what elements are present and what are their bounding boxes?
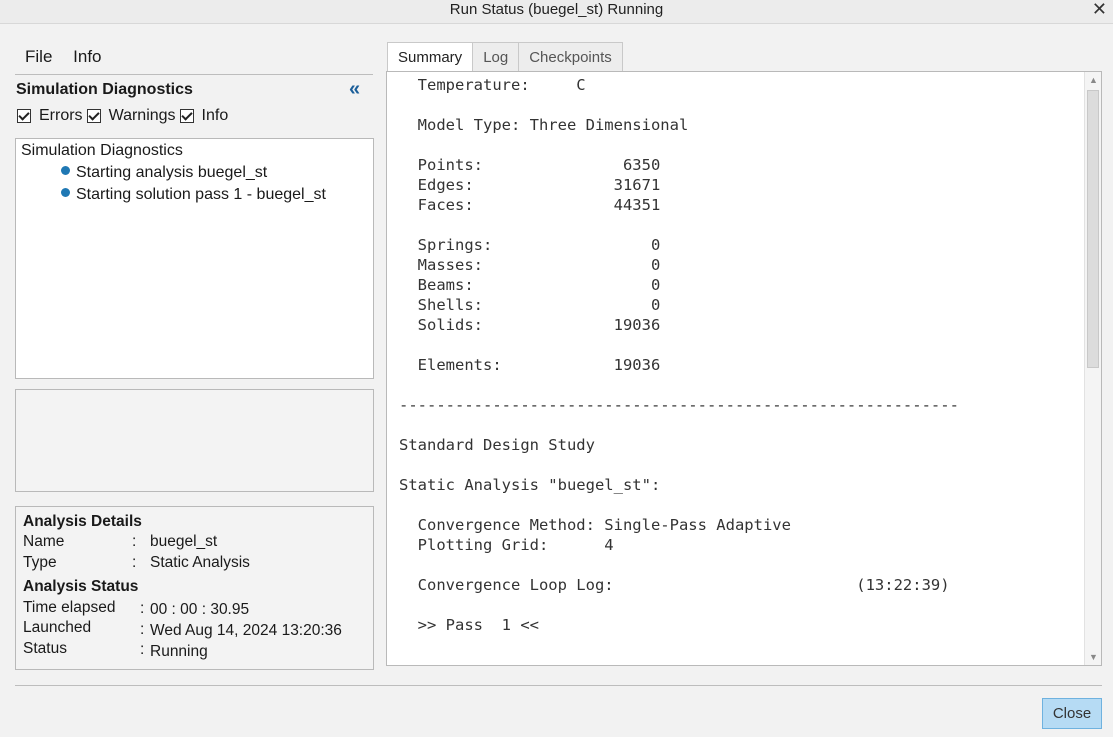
summary-line: Shells: 0 [399,296,661,314]
summary-line [399,95,959,115]
summary-line: ----------------------------------------… [399,396,959,414]
summary-line: Convergence Method: Single-Pass Adaptive [399,516,791,534]
message-detail-panel [15,389,374,492]
summary-line: >> Pass 1 << [399,616,539,634]
summary-line [399,215,959,235]
window-close-icon[interactable]: ✕ [1092,0,1107,20]
filter-errors[interactable]: Errors [17,107,83,125]
title-bar: Run Status (buegel_st) Running ✕ [0,0,1113,24]
type-value: Static Analysis [150,554,250,571]
summary-line: Elements: 19036 [399,356,661,374]
summary-line: Plotting Grid: 4 [399,536,614,554]
tab-log[interactable]: Log [472,42,520,72]
summary-log-text: Temperature: C Model Type: Three Dimensi… [399,75,959,635]
summary-line: Solids: 19036 [399,316,661,334]
status-value: Running [150,643,208,660]
status-label: Status [23,640,67,657]
name-colon: : [132,533,137,550]
elapsed-label: Time elapsed [23,599,116,616]
diagnostic-message: Starting analysis buegel_st [76,164,268,181]
diagnostics-tree[interactable]: Simulation Diagnostics Starting analysis… [15,138,374,379]
summary-line [399,375,959,395]
summary-line [399,595,959,615]
info-dot-icon [61,165,70,175]
summary-line [399,555,959,575]
menu-file[interactable]: File [25,47,52,66]
close-button[interactable]: Close [1042,698,1102,729]
errors-checkbox[interactable] [17,109,31,123]
errors-label: Errors [39,107,83,124]
type-colon: : [132,554,137,571]
summary-line: Faces: 44351 [399,196,661,214]
footer-divider [15,685,1102,686]
summary-line [399,455,959,475]
summary-pane[interactable]: Temperature: C Model Type: Three Dimensi… [386,71,1102,666]
summary-line: Edges: 31671 [399,176,661,194]
launched-value: Wed Aug 14, 2024 13:20:36 [150,622,342,639]
status-colon: : [140,641,145,658]
analysis-details-header: Analysis Details [23,513,142,530]
summary-line: Convergence Loop Log: (13:22:39) [399,576,950,594]
diagnostics-title: Simulation Diagnostics [16,81,193,98]
list-item[interactable]: Starting solution pass 1 - buegel_st [61,186,326,204]
menu-bar: File Info [25,47,118,67]
vertical-scrollbar[interactable]: ▲ ▼ [1084,72,1101,665]
summary-line: Static Analysis "buegel_st": [399,476,661,494]
summary-line: Masses: 0 [399,256,661,274]
info-label: Info [201,107,229,124]
warnings-label: Warnings [108,107,176,124]
menu-divider [15,74,373,75]
diagnostic-filters: Errors Warnings Info [17,107,232,125]
name-value: buegel_st [150,533,218,550]
analysis-status-header: Analysis Status [23,578,139,595]
type-label: Type [23,554,57,571]
summary-line: Points: 6350 [399,156,661,174]
window-title: Run Status (buegel_st) Running [449,1,664,18]
tab-summary[interactable]: Summary [387,42,474,73]
summary-line: Beams: 0 [399,276,661,294]
list-item[interactable]: Starting analysis buegel_st [61,164,267,182]
name-label: Name [23,533,65,550]
summary-line [399,495,959,515]
scroll-thumb[interactable] [1087,90,1099,368]
summary-line: Temperature: C [399,76,586,94]
warnings-checkbox[interactable] [86,109,101,123]
diagnostic-message: Starting solution pass 1 - buegel_st [76,186,326,203]
tree-root[interactable]: Simulation Diagnostics [21,142,183,160]
launched-label: Launched [23,619,92,636]
summary-line: Model Type: Three Dimensional [399,116,689,134]
filter-warnings[interactable]: Warnings [86,107,176,125]
summary-line: Standard Design Study [399,436,595,454]
elapsed-value: 00 : 00 : 30.95 [150,601,250,618]
summary-line [399,415,959,435]
menu-info[interactable]: Info [73,47,101,66]
tab-bar: Summary Log Checkpoints [387,42,623,73]
summary-line [399,335,959,355]
scroll-down-icon[interactable]: ▼ [1085,649,1101,665]
scroll-up-icon[interactable]: ▲ [1085,72,1101,88]
summary-line [399,135,959,155]
info-checkbox[interactable] [179,109,194,123]
analysis-details-panel: Analysis Details Name : buegel_st Type :… [15,506,374,670]
filter-info[interactable]: Info [179,107,229,125]
tab-checkpoints[interactable]: Checkpoints [518,42,623,72]
collapse-panel-icon[interactable]: « [349,79,360,99]
launched-colon: : [140,621,145,638]
info-dot-icon [61,187,70,197]
elapsed-colon: : [140,600,145,617]
summary-line: Springs: 0 [399,236,661,254]
